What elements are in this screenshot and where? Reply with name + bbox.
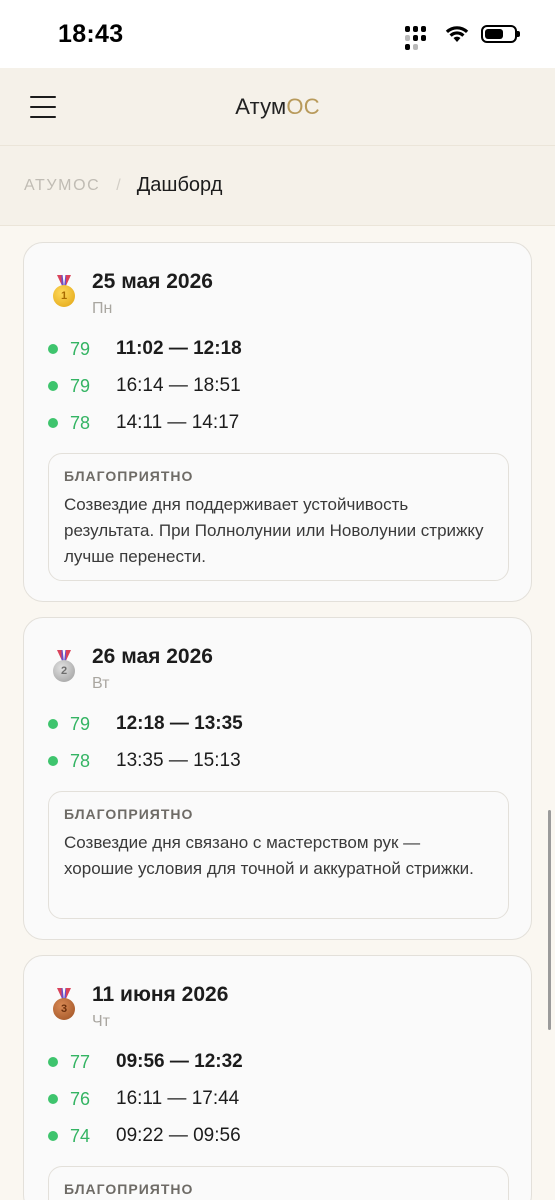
day-date: 26 мая 2026 — [92, 645, 213, 668]
note-label: БЛАГОПРИЯТНО — [64, 1181, 194, 1197]
status-icons — [405, 25, 520, 50]
time-slot[interactable]: 77 09:56 — 12:32 — [48, 1047, 243, 1077]
day-card-header: 1 25 мая 2026 Пн — [52, 267, 213, 321]
status-dot-icon — [48, 1057, 58, 1067]
app-header: АтумОС — [0, 68, 555, 146]
bronze-medal-icon: 3 — [52, 988, 76, 1026]
day-weekday: Пн — [92, 300, 113, 317]
wifi-icon — [445, 26, 469, 42]
breadcrumb-separator: / — [116, 176, 121, 194]
breadcrumb-root-link[interactable]: АТУМОС — [24, 177, 100, 195]
brand-logo[interactable]: АтумОС — [235, 94, 320, 120]
slot-time-range: 14:11 — 14:17 — [116, 412, 240, 433]
slot-time-range: 09:56 — 12:32 — [116, 1051, 243, 1072]
slot-score: 78 — [70, 750, 91, 771]
cellular-signal-icon — [405, 26, 433, 50]
slot-score: 79 — [70, 338, 91, 359]
day-weekday: Вт — [92, 675, 110, 692]
breadcrumb: АТУМОС / Дашборд — [0, 146, 555, 226]
slot-score: 79 — [70, 713, 91, 734]
day-card[interactable]: 1 25 мая 2026 Пн 79 11:02 — 12:18 79 16:… — [23, 242, 532, 602]
slot-time-range: 11:02 — 12:18 — [116, 338, 242, 359]
slot-time-range: 16:14 — 18:51 — [116, 375, 241, 396]
day-date: 25 мая 2026 — [92, 270, 213, 293]
silver-medal-icon: 2 — [52, 650, 76, 688]
note-text: Созвездие дня связано с мастерством рук … — [64, 833, 474, 878]
time-slot[interactable]: 74 09:22 — 09:56 — [48, 1121, 241, 1151]
note-label: БЛАГОПРИЯТНО — [64, 806, 194, 822]
brand-accent: ОС — [286, 93, 320, 119]
status-dot-icon — [48, 719, 58, 729]
time-slot[interactable]: 79 16:14 — 18:51 — [48, 371, 241, 401]
slot-score: 77 — [70, 1051, 91, 1072]
time-slot[interactable]: 79 12:18 — 13:35 — [48, 709, 243, 739]
status-dot-icon — [48, 418, 58, 428]
day-note: БЛАГОПРИЯТНО Созвездие дня поддерживает … — [48, 453, 509, 581]
status-dot-icon — [48, 381, 58, 391]
day-note: БЛАГОПРИЯТНО — [48, 1166, 509, 1200]
day-date: 11 июня 2026 — [92, 983, 229, 1006]
slot-score: 76 — [70, 1088, 91, 1109]
menu-button[interactable] — [30, 96, 56, 118]
slot-time-range: 13:35 — 15:13 — [116, 750, 241, 771]
day-note: БЛАГОПРИЯТНО Созвездие дня связано с мас… — [48, 791, 509, 919]
note-text: Созвездие дня поддерживает устойчивость … — [64, 495, 484, 566]
slot-time-range: 16:11 — 17:44 — [116, 1088, 240, 1109]
day-card[interactable]: 2 26 мая 2026 Вт 79 12:18 — 13:35 78 13:… — [23, 617, 532, 940]
status-bar: 18:43 — [0, 0, 555, 68]
slot-score: 74 — [70, 1125, 91, 1146]
status-dot-icon — [48, 756, 58, 766]
brand-main: Атум — [235, 93, 287, 119]
breadcrumb-current: Дашборд — [136, 174, 223, 196]
slot-score: 79 — [70, 375, 91, 396]
day-weekday: Чт — [92, 1013, 110, 1030]
slot-score: 78 — [70, 412, 91, 433]
time-slot[interactable]: 78 13:35 — 15:13 — [48, 746, 241, 776]
time-slot[interactable]: 79 11:02 — 12:18 — [48, 334, 242, 364]
day-card[interactable]: 3 11 июня 2026 Чт 77 09:56 — 12:32 76 16… — [23, 955, 532, 1200]
note-label: БЛАГОПРИЯТНО — [64, 468, 194, 484]
day-card-header: 3 11 июня 2026 Чт — [52, 980, 228, 1034]
time-slot[interactable]: 76 16:11 — 17:44 — [48, 1084, 239, 1114]
status-dot-icon — [48, 344, 58, 354]
slot-time-range: 09:22 — 09:56 — [116, 1125, 241, 1146]
slot-time-range: 12:18 — 13:35 — [116, 713, 243, 734]
status-time: 18:43 — [58, 19, 124, 48]
battery-icon — [481, 25, 520, 43]
hamburger-icon — [30, 96, 56, 98]
scrollbar[interactable] — [548, 810, 551, 1030]
status-dot-icon — [48, 1131, 58, 1141]
gold-medal-icon: 1 — [52, 275, 76, 313]
time-slot[interactable]: 78 14:11 — 14:17 — [48, 408, 239, 438]
status-dot-icon — [48, 1094, 58, 1104]
day-card-header: 2 26 мая 2026 Вт — [52, 642, 213, 696]
